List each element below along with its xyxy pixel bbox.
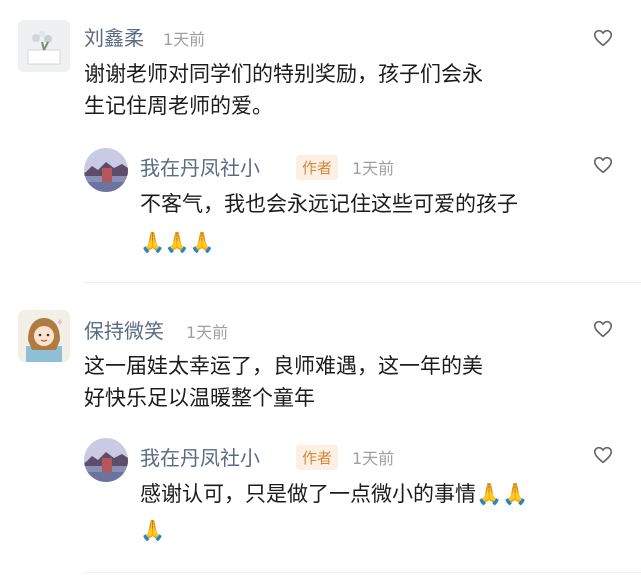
comment-time: 1天前 <box>186 323 229 342</box>
reply-author[interactable]: 我在丹凤社小 <box>140 442 260 471</box>
reply-text: 不客气，我也会永远记住这些可爱的孩子 <box>140 192 518 216</box>
author-badge: 作者 <box>296 155 339 180</box>
author-badge: 作者 <box>296 445 339 470</box>
heart-outline-icon[interactable] <box>592 27 614 49</box>
divider <box>84 282 641 283</box>
reply-author[interactable]: 我在丹凤社小 <box>140 152 260 181</box>
comment-text: 谢谢老师对同学们的特别奖励，孩子们会永 生记住周老师的爱。 <box>84 62 483 118</box>
reply-time: 1天前 <box>352 159 395 178</box>
heart-outline-icon[interactable] <box>592 318 614 340</box>
avatar[interactable] <box>18 20 70 72</box>
avatar[interactable] <box>18 310 70 362</box>
comment-text: 这一届娃太幸运了，良师难遇，这一年的美 好快乐足以温暖整个童年 <box>84 354 483 410</box>
comment-time: 1天前 <box>163 30 206 49</box>
reply-avatar[interactable] <box>84 438 128 482</box>
reply-time: 1天前 <box>352 449 395 468</box>
comment-author[interactable]: 保持微笑 <box>84 315 164 344</box>
pray-emoji: 🙏🙏🙏 <box>140 230 215 254</box>
reply-text: 感谢认可，只是做了一点微小的事情🙏🙏 <box>140 482 529 506</box>
heart-outline-icon[interactable] <box>592 154 614 176</box>
pray-emoji: 🙏 <box>140 518 165 542</box>
divider <box>84 572 641 573</box>
heart-outline-icon[interactable] <box>592 444 614 466</box>
reply-avatar[interactable] <box>84 148 128 192</box>
comment-author[interactable]: 刘鑫柔 <box>84 22 144 51</box>
